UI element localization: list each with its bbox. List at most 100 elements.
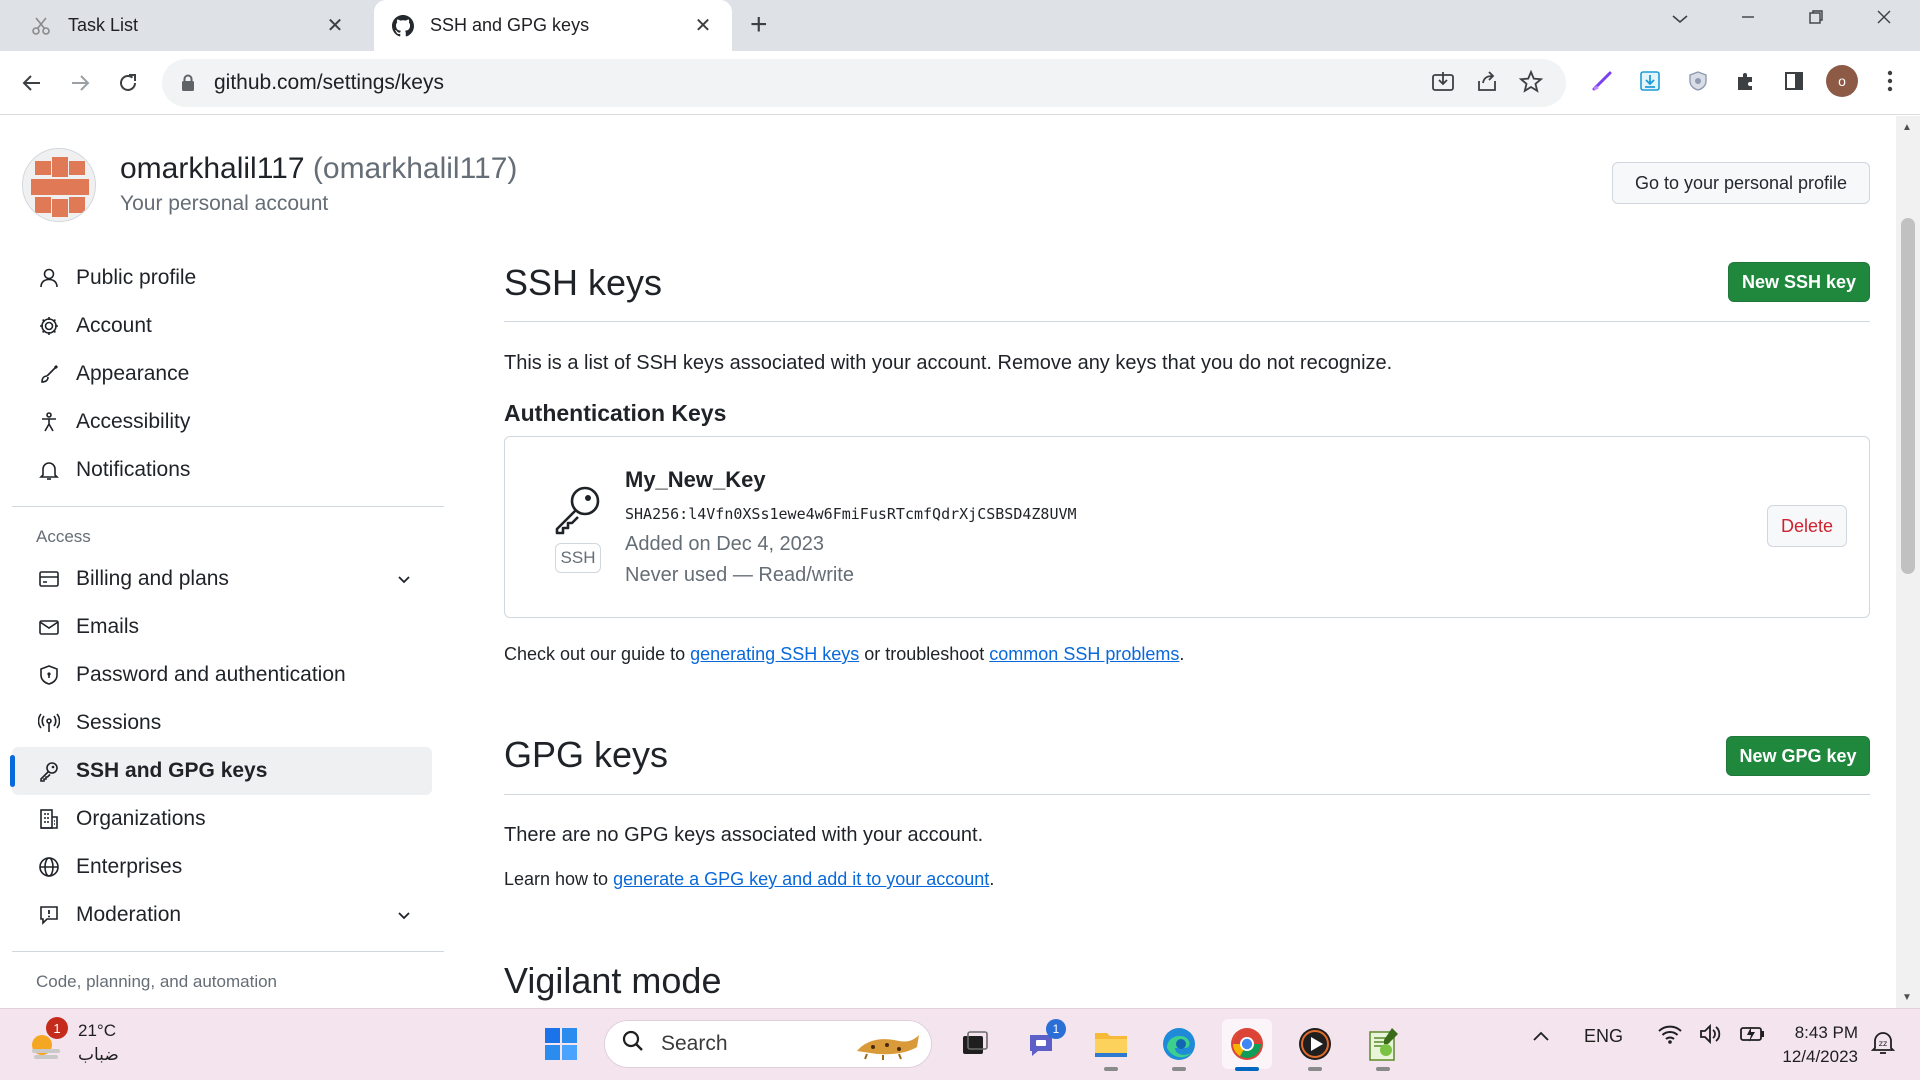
new-gpg-key-button[interactable]: New GPG key [1726, 736, 1870, 776]
delete-key-button[interactable]: Delete [1767, 505, 1847, 547]
notepad-plus-icon[interactable] [1358, 1019, 1408, 1071]
sidebar-item-emails[interactable]: Emails [12, 603, 444, 651]
scroll-down-icon[interactable]: ▼ [1902, 992, 1912, 1003]
shield-extension-icon[interactable] [1680, 63, 1716, 99]
sidebar-item-appearance[interactable]: Appearance [12, 350, 444, 398]
github-icon [392, 14, 414, 37]
new-ssh-key-button[interactable]: New SSH key [1728, 262, 1870, 302]
sidebar-item-notifications[interactable]: Notifications [12, 446, 444, 494]
share-icon[interactable] [1474, 69, 1500, 100]
profile-avatar-icon[interactable]: o [1824, 63, 1860, 99]
sidebar-item-billing[interactable]: Billing and plans [12, 555, 444, 603]
user-avatar[interactable] [22, 148, 96, 222]
sidebar-item-password[interactable]: Password and authentication [12, 651, 444, 699]
weather-desc: ضباب [78, 1045, 119, 1064]
puzzle-icon[interactable] [1728, 63, 1764, 99]
sidebar-item-label: Billing and plans [76, 567, 229, 590]
key-icon [36, 758, 62, 784]
new-tab-button[interactable]: + [750, 10, 768, 40]
sidebar-item-organizations[interactable]: Organizations [12, 795, 444, 843]
chevron-up-icon[interactable] [1532, 1026, 1550, 1047]
organization-icon [36, 806, 62, 832]
learn-prefix: Learn how to [504, 869, 614, 889]
common-ssh-problems-link[interactable]: common SSH problems [989, 644, 1179, 664]
generate-gpg-key-link[interactable]: generate a GPG key and add it to your ac… [613, 869, 989, 889]
wifi-icon[interactable] [1657, 1023, 1683, 1050]
go-to-profile-button[interactable]: Go to your personal profile [1612, 162, 1870, 204]
gear-icon [36, 313, 62, 339]
account-name: omarkhalil117 (omarkhalil117) [120, 152, 517, 186]
file-explorer-icon[interactable] [1086, 1019, 1136, 1071]
teams-chat-icon[interactable]: 1 [1018, 1019, 1068, 1069]
scissors-icon [30, 15, 52, 37]
taskbar-search[interactable]: Search [604, 1020, 932, 1068]
chevron-down-icon[interactable] [1660, 8, 1700, 31]
person-icon [36, 265, 62, 291]
guide-mid: or troubleshoot [859, 644, 990, 664]
teams-badge: 1 [1046, 1019, 1066, 1039]
weather-widget[interactable]: 1 21°C ضباب [26, 1017, 119, 1067]
close-window-icon[interactable] [1864, 8, 1904, 31]
more-menu-icon[interactable] [1872, 63, 1908, 99]
scroll-thumb[interactable] [1901, 218, 1915, 574]
vigilant-mode-title: Vigilant mode [504, 960, 722, 1001]
key-name: My_New_Key [625, 467, 766, 492]
gpg-keys-title: GPG keys [504, 734, 669, 775]
close-icon[interactable]: ✕ [324, 13, 346, 38]
scroll-up-icon[interactable]: ▲ [1902, 122, 1912, 133]
edge-browser-icon[interactable] [1154, 1019, 1204, 1071]
extensions-bar: o [1584, 63, 1908, 99]
sidebar-item-accessibility[interactable]: Accessibility [12, 398, 444, 446]
chevron-down-icon[interactable] [396, 569, 412, 593]
running-indicator [1172, 1067, 1186, 1071]
volume-icon[interactable] [1699, 1023, 1723, 1050]
bookmark-star-icon[interactable] [1518, 69, 1544, 100]
ssh-key-item: SSH My_New_Key SHA256:l4Vfn0XSs1ewe4w6Fm… [504, 436, 1870, 618]
sidebar-item-sessions[interactable]: Sessions [12, 699, 444, 747]
task-view-icon[interactable] [950, 1019, 1000, 1069]
media-player-icon[interactable] [1290, 1019, 1340, 1071]
tab-title: SSH and GPG keys [430, 15, 590, 35]
key-type-label: SSH [555, 543, 601, 573]
page-scrollbar[interactable]: ▲ ▼ [1896, 116, 1920, 1008]
weather-icon: 1 [26, 1017, 68, 1063]
notification-bell-icon[interactable]: zz [1870, 1029, 1896, 1062]
sidebar-item-account[interactable]: Account [12, 302, 444, 350]
tab-ssh-gpg-keys[interactable]: SSH and GPG keys ✕ [374, 0, 732, 51]
clock[interactable]: 8:43 PM 12/4/2023 [1768, 1021, 1858, 1069]
back-icon[interactable] [14, 65, 50, 101]
running-indicator [1376, 1067, 1390, 1071]
sidebar-item-label: Accessibility [76, 410, 191, 433]
sidebar-item-ssh-gpg-keys[interactable]: SSH and GPG keys [10, 747, 432, 795]
language-indicator[interactable]: ENG [1584, 1026, 1623, 1047]
reload-icon[interactable] [110, 65, 146, 101]
ssh-guide-note: Check out our guide to generating SSH ke… [504, 644, 1184, 665]
sidebar-item-moderation[interactable]: Moderation [12, 891, 444, 939]
restore-icon[interactable] [1796, 8, 1836, 31]
pen-extension-icon[interactable] [1584, 63, 1620, 99]
gpg-learn-note: Learn how to generate a GPG key and add … [504, 869, 994, 890]
sidebar-item-public-profile[interactable]: Public profile [12, 254, 444, 302]
sidebar-item-label: Appearance [76, 362, 190, 385]
mail-icon [36, 614, 62, 640]
install-icon[interactable] [1430, 69, 1456, 100]
minimize-icon[interactable] [1728, 8, 1768, 31]
side-panel-icon[interactable] [1776, 63, 1812, 99]
generating-ssh-keys-link[interactable]: generating SSH keys [690, 644, 859, 664]
chevron-down-icon[interactable] [396, 905, 412, 929]
download-extension-icon[interactable] [1632, 63, 1668, 99]
sidebar-item-enterprises[interactable]: Enterprises [12, 843, 444, 891]
search-highlight-icon [853, 1027, 923, 1067]
forward-icon[interactable] [62, 65, 98, 101]
address-bar[interactable]: github.com/settings/keys [162, 59, 1566, 107]
battery-icon[interactable] [1739, 1023, 1767, 1050]
chrome-browser-icon[interactable] [1222, 1019, 1272, 1071]
username: omarkhalil117 [120, 152, 305, 185]
start-button[interactable] [536, 1019, 586, 1069]
close-icon[interactable]: ✕ [692, 13, 714, 38]
shield-icon [36, 662, 62, 688]
guide-suffix: . [1179, 644, 1185, 664]
tab-task-list[interactable]: Task List ✕ [12, 0, 364, 51]
key-fingerprint: SHA256:l4Vfn0XSs1ewe4w6FmiFusRTcmfQdrXjC… [625, 505, 1077, 523]
globe-icon [36, 854, 62, 880]
